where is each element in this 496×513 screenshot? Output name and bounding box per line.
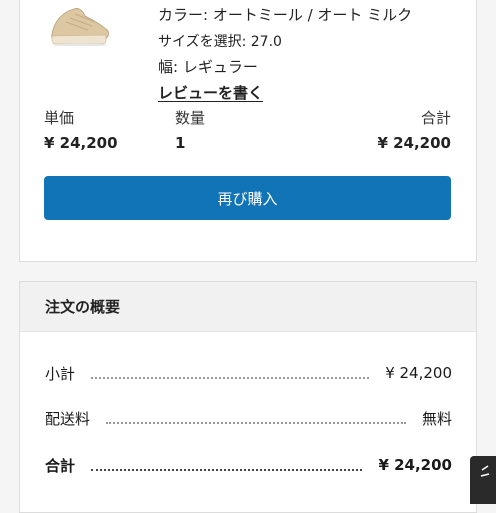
product-shoe-image[interactable] [48,0,112,46]
line-total-value: ¥ 24,200 [377,134,451,152]
shipping-value: 無料 [421,409,452,428]
feedback-side-tab[interactable] [470,456,496,504]
dotted-leader [91,469,363,471]
product-width: 幅: レギュラー [158,56,258,77]
color-label: カラー: [158,6,213,24]
shipping-row: 配送料 無料 [45,407,452,429]
feedback-icon [480,465,490,477]
subtotal-value: ¥ 24,200 [385,364,452,382]
shipping-label: 配送料 [45,409,91,428]
width-value: レギュラー [182,58,258,76]
product-size: サイズを選択: 27.0 [158,31,282,51]
quantity-value: 1 [175,134,186,152]
unit-price-value: ¥ 24,200 [44,134,118,152]
size-label: サイズを選択: [158,34,251,50]
color-value: オートミール / オート ミルク [212,6,413,24]
dotted-leader [106,422,406,424]
quantity-header: 数量 [175,109,206,127]
order-summary-title: 注文の概要 [45,298,121,316]
total-row: 合計 ¥ 24,200 [45,454,452,476]
width-label: 幅: [158,58,183,76]
buy-again-button[interactable]: 再び購入 [44,176,451,220]
subtotal-label: 小計 [45,364,76,383]
buy-again-label: 再び購入 [217,189,278,208]
write-review-link[interactable]: レビューを書く [158,82,263,103]
total-value: ¥ 24,200 [378,456,452,474]
total-header: 合計 [420,109,451,127]
order-summary-header: 注文の概要 [20,282,476,332]
product-color: カラー: オートミール / オート ミルク [158,4,412,25]
unit-price-header: 単価 [44,109,75,127]
subtotal-row: 小計 ¥ 24,200 [45,362,452,384]
size-value: 27.0 [250,34,282,50]
total-label: 合計 [45,456,76,475]
order-summary-card: 注文の概要 小計 ¥ 24,200 配送料 無料 合計 ¥ 24,200 [19,281,477,513]
dotted-leader [91,377,370,379]
